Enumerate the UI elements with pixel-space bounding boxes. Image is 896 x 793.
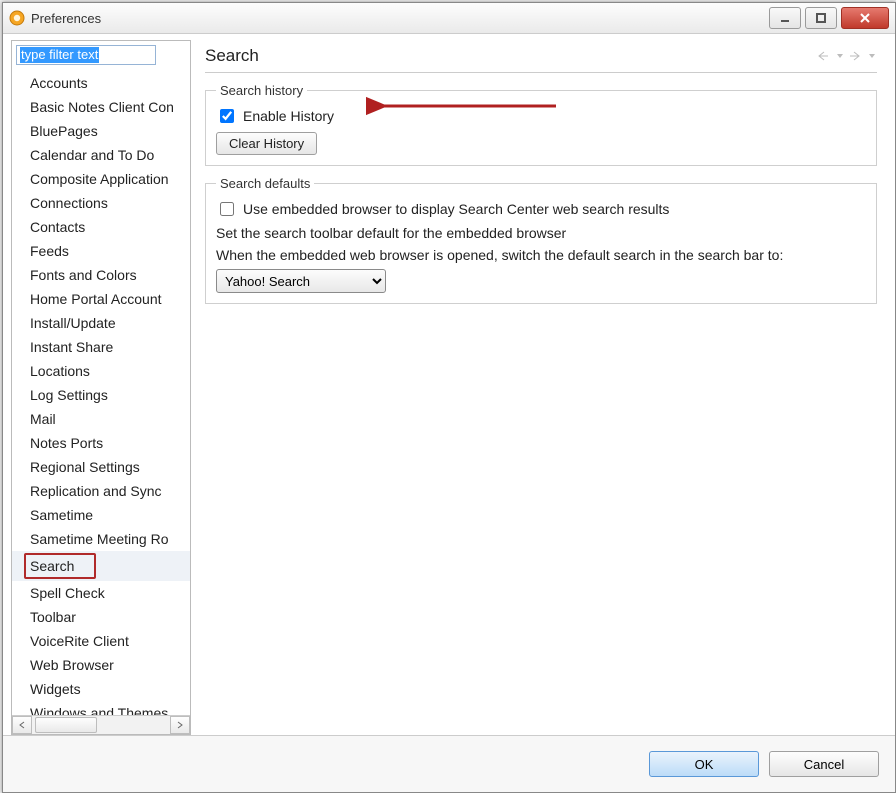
tree-item-feeds[interactable]: Feeds bbox=[12, 239, 190, 263]
clear-history-button[interactable]: Clear History bbox=[216, 132, 317, 155]
tree-item-search[interactable]: Search bbox=[12, 551, 190, 581]
use-embedded-label[interactable]: Use embedded browser to display Search C… bbox=[243, 201, 669, 217]
content-area: type filter text AccountsBasic Notes Cli… bbox=[3, 34, 895, 735]
tree-item-basic-notes-client-con[interactable]: Basic Notes Client Con bbox=[12, 95, 190, 119]
page-header: Search bbox=[205, 46, 877, 73]
defaults-desc-2: When the embedded web browser is opened,… bbox=[216, 247, 866, 263]
tree-item-locations[interactable]: Locations bbox=[12, 359, 190, 383]
preferences-tree[interactable]: AccountsBasic Notes Client ConBluePagesC… bbox=[12, 69, 190, 715]
defaults-desc-1: Set the search toolbar default for the e… bbox=[216, 225, 866, 241]
minimize-button[interactable] bbox=[769, 7, 801, 29]
scroll-right-arrow[interactable] bbox=[170, 716, 190, 734]
window-title: Preferences bbox=[31, 11, 765, 26]
preferences-window: Preferences type filter text AccountsBas… bbox=[2, 2, 896, 793]
use-embedded-checkbox[interactable] bbox=[220, 202, 234, 216]
tree-item-bluepages[interactable]: BluePages bbox=[12, 119, 190, 143]
tree-item-spell-check[interactable]: Spell Check bbox=[12, 581, 190, 605]
search-defaults-group: Search defaults Use embedded browser to … bbox=[205, 176, 877, 304]
back-button[interactable] bbox=[815, 49, 833, 63]
tree-item-contacts[interactable]: Contacts bbox=[12, 215, 190, 239]
filter-input-text: type filter text bbox=[20, 47, 99, 63]
enable-history-label[interactable]: Enable History bbox=[243, 108, 334, 124]
tree-item-windows-and-themes[interactable]: Windows and Themes bbox=[12, 701, 190, 715]
tree-item-voicerite-client[interactable]: VoiceRite Client bbox=[12, 629, 190, 653]
tree-item-widgets[interactable]: Widgets bbox=[12, 677, 190, 701]
maximize-button[interactable] bbox=[805, 7, 837, 29]
preferences-page: Search Search histo bbox=[191, 40, 887, 735]
app-icon bbox=[9, 10, 25, 26]
filter-input[interactable]: type filter text bbox=[16, 45, 156, 65]
tree-item-instant-share[interactable]: Instant Share bbox=[12, 335, 190, 359]
tree-item-label: Search bbox=[24, 553, 96, 579]
tree-item-composite-application[interactable]: Composite Application bbox=[12, 167, 190, 191]
tree-item-fonts-and-colors[interactable]: Fonts and Colors bbox=[12, 263, 190, 287]
tree-item-log-settings[interactable]: Log Settings bbox=[12, 383, 190, 407]
tree-item-notes-ports[interactable]: Notes Ports bbox=[12, 431, 190, 455]
preferences-tree-panel: type filter text AccountsBasic Notes Cli… bbox=[11, 40, 191, 735]
page-title: Search bbox=[205, 46, 815, 66]
tree-item-home-portal-account[interactable]: Home Portal Account bbox=[12, 287, 190, 311]
default-search-dropdown[interactable]: Yahoo! Search bbox=[216, 269, 386, 293]
tree-item-calendar-and-to-do[interactable]: Calendar and To Do bbox=[12, 143, 190, 167]
tree-item-mail[interactable]: Mail bbox=[12, 407, 190, 431]
tree-item-regional-settings[interactable]: Regional Settings bbox=[12, 455, 190, 479]
search-history-group: Search history Enable History Clear Hist… bbox=[205, 83, 877, 166]
tree-item-connections[interactable]: Connections bbox=[12, 191, 190, 215]
window-buttons bbox=[765, 7, 889, 29]
scroll-left-arrow[interactable] bbox=[12, 716, 32, 734]
tree-item-accounts[interactable]: Accounts bbox=[12, 71, 190, 95]
scroll-track[interactable] bbox=[32, 717, 170, 733]
search-history-legend: Search history bbox=[216, 83, 307, 98]
tree-item-sametime[interactable]: Sametime bbox=[12, 503, 190, 527]
enable-history-checkbox[interactable] bbox=[220, 109, 234, 123]
tree-item-toolbar[interactable]: Toolbar bbox=[12, 605, 190, 629]
cancel-button[interactable]: Cancel bbox=[769, 751, 879, 777]
scroll-thumb[interactable] bbox=[35, 717, 97, 733]
tree-item-replication-and-sync[interactable]: Replication and Sync bbox=[12, 479, 190, 503]
ok-button[interactable]: OK bbox=[649, 751, 759, 777]
nav-arrows bbox=[815, 49, 877, 63]
back-menu-button[interactable] bbox=[835, 49, 845, 63]
titlebar: Preferences bbox=[3, 3, 895, 34]
forward-button[interactable] bbox=[847, 49, 865, 63]
horizontal-scrollbar[interactable] bbox=[12, 715, 190, 734]
dialog-button-bar: OK Cancel bbox=[3, 735, 895, 792]
tree-item-web-browser[interactable]: Web Browser bbox=[12, 653, 190, 677]
forward-menu-button[interactable] bbox=[867, 49, 877, 63]
tree-item-install-update[interactable]: Install/Update bbox=[12, 311, 190, 335]
search-defaults-legend: Search defaults bbox=[216, 176, 314, 191]
close-button[interactable] bbox=[841, 7, 889, 29]
tree-item-sametime-meeting-ro[interactable]: Sametime Meeting Ro bbox=[12, 527, 190, 551]
